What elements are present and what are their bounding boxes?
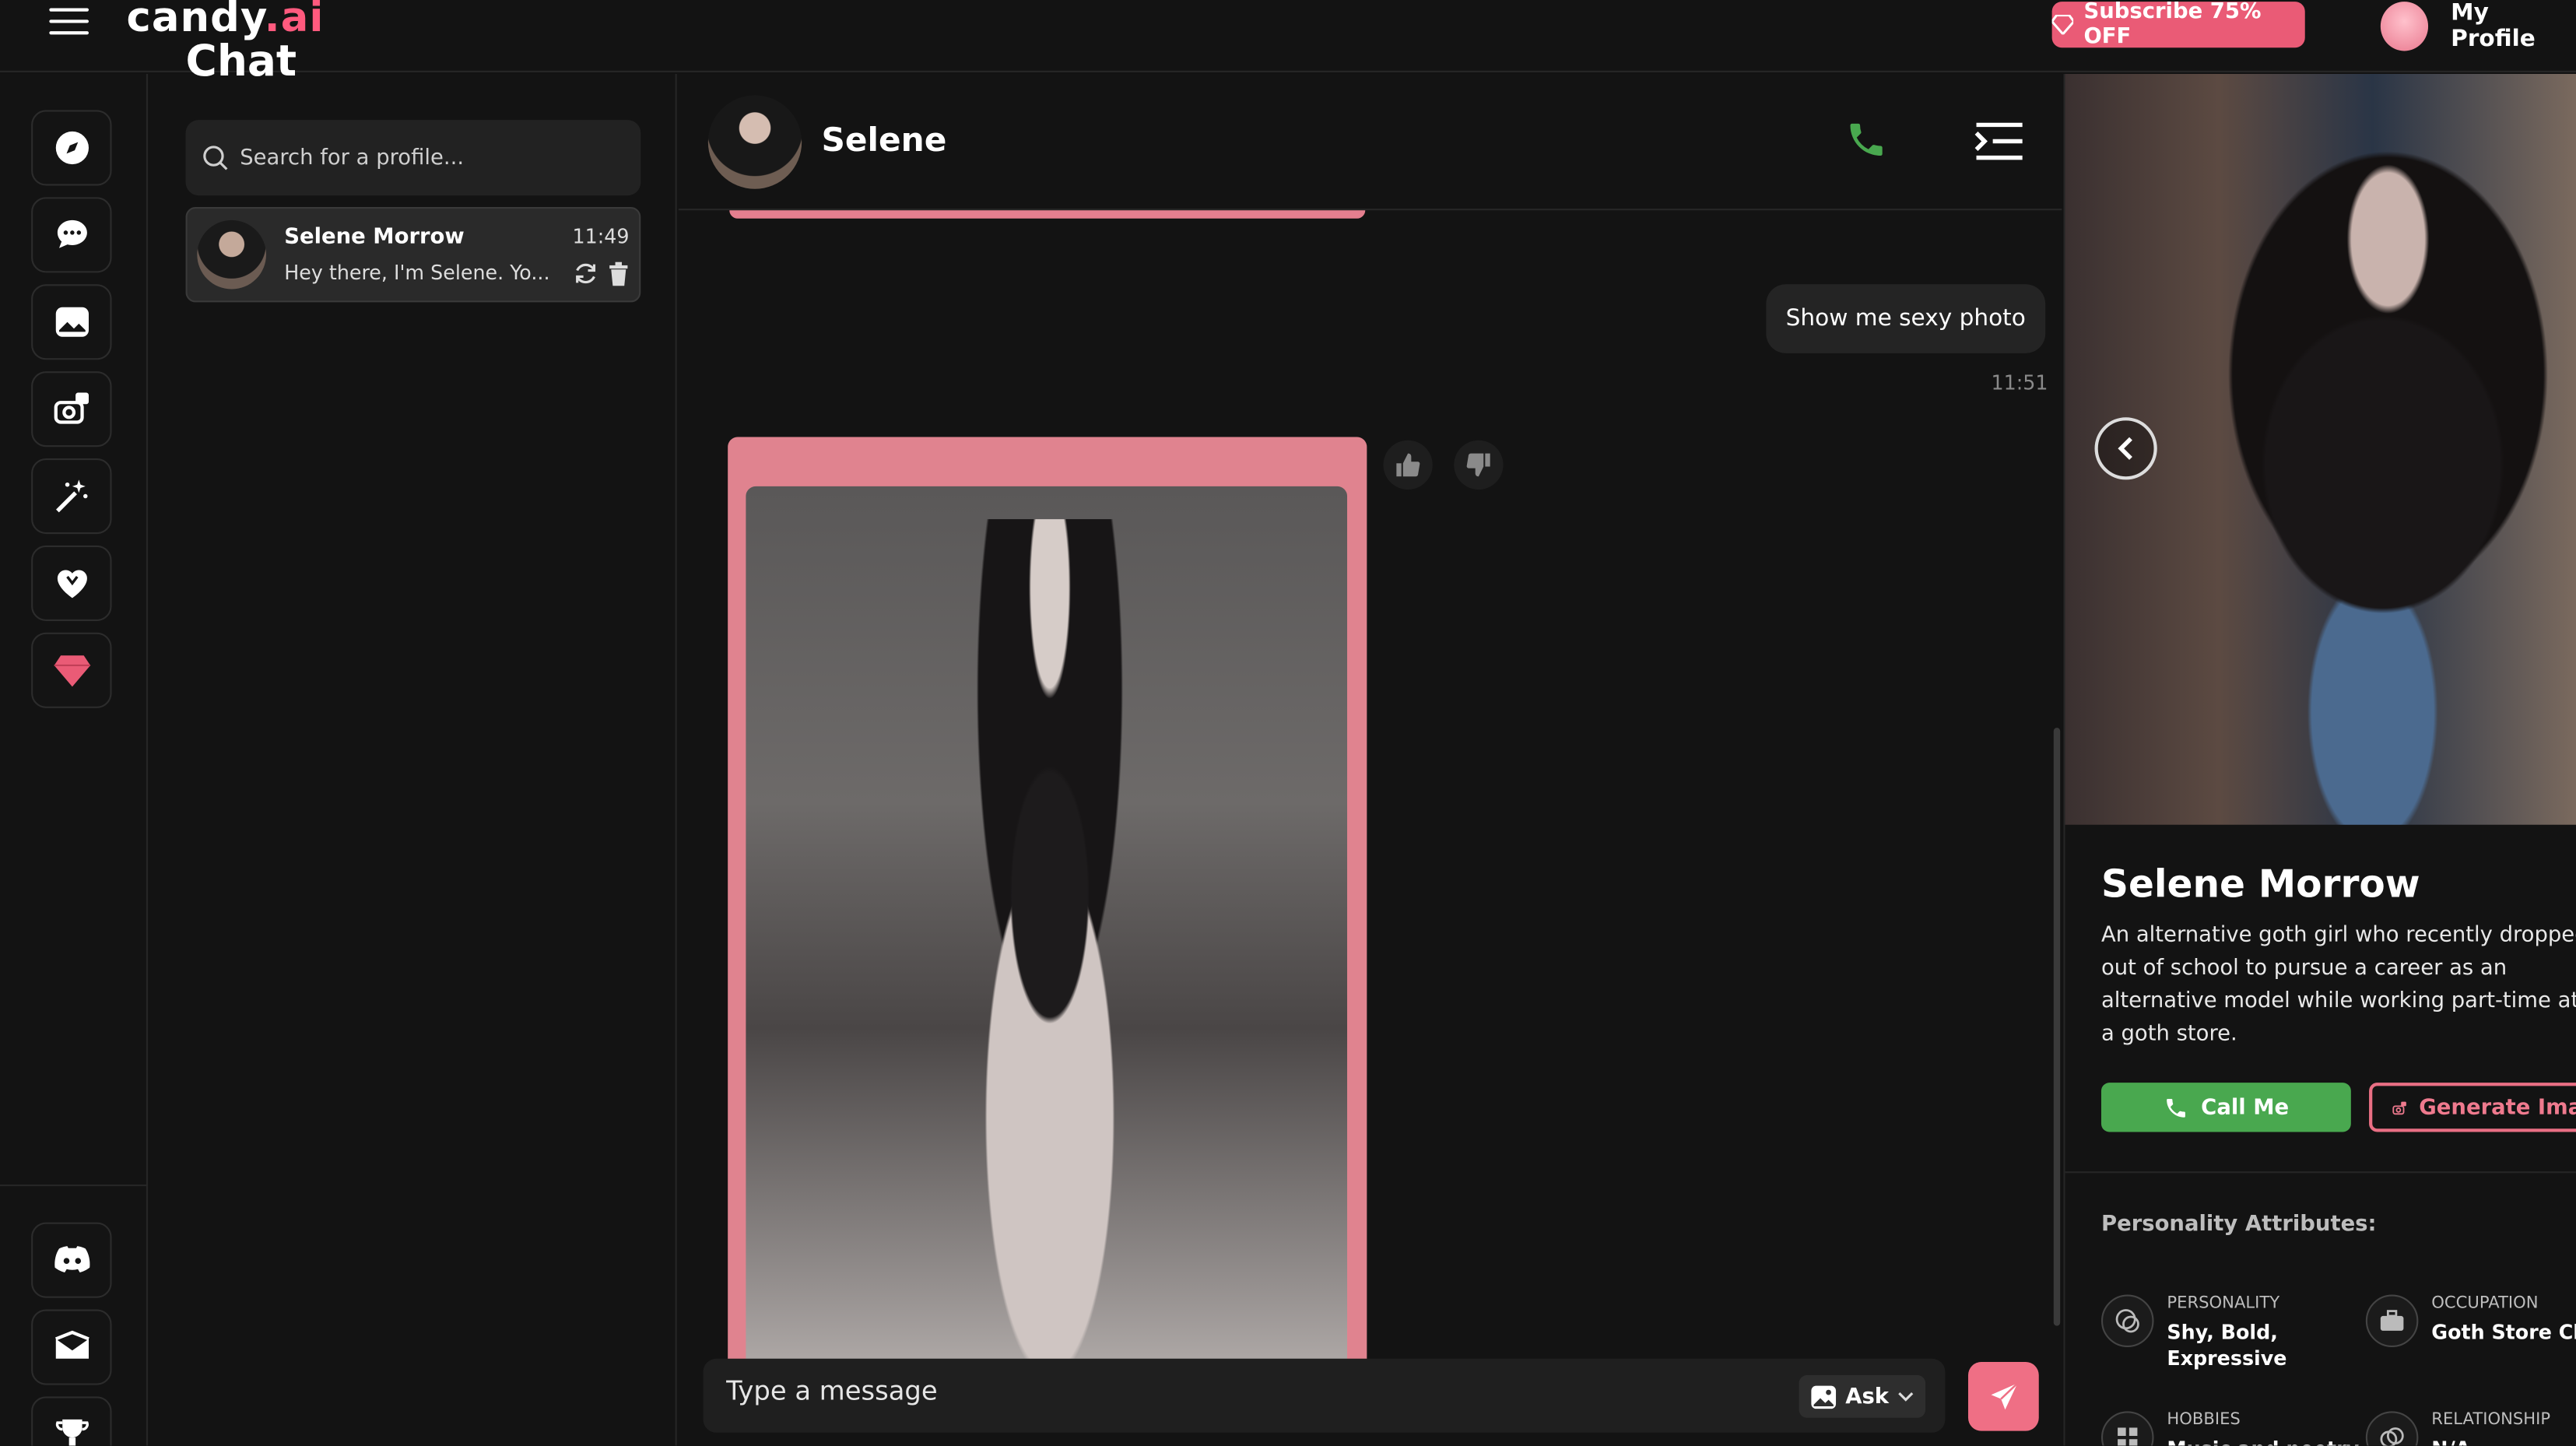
search-box[interactable] [185,120,641,196]
hobbies-icon [2100,1411,2154,1446]
generate-image-button[interactable]: Generate Image [2369,1083,2576,1132]
message-input[interactable] [726,1374,1712,1407]
chat-list-panel: Chat Selene Morrow 11:49 Hey there, I'm … [149,38,677,1446]
rail-premium[interactable] [31,632,112,708]
heart-icon [56,570,86,598]
app-root: candy.ai Subscribe 75% OFF My Profile Ch… [0,0,2576,1446]
camera-sparkle-icon [2392,1100,2406,1114]
menu-icon[interactable] [49,8,89,38]
chat-bubble-icon [56,219,86,248]
subscribe-button[interactable]: Subscribe 75% OFF [2051,0,2305,49]
chat-time: 11:49 [572,225,630,248]
phone-icon [1850,123,1883,156]
thumbs-up-button[interactable] [1383,440,1433,490]
trash-icon[interactable] [608,261,629,286]
profile-panel: Selene Morrow An alternative goth girl w… [2063,73,2576,1446]
ask-dropdown[interactable]: Ask [1799,1374,1926,1418]
profile-name: Selene Morrow [2100,864,2420,907]
search-icon [203,146,228,170]
attributes-title: Personality Attributes: [2100,1212,2377,1237]
phone-icon [2166,1097,2185,1117]
image-icon [1811,1385,1837,1409]
call-button[interactable] [1845,118,1888,167]
gem-icon [2051,14,2074,35]
send-icon [1990,1382,2018,1410]
rail-divider [0,1185,148,1187]
conversation-name: Selene [821,120,947,160]
chat-actions [574,261,630,286]
rail-discord[interactable] [31,1222,112,1298]
rings-icon [2365,1411,2419,1446]
rail-chat[interactable] [31,197,112,273]
image-icon [54,307,88,337]
message-time: 11:51 [1991,371,2048,395]
chat-name: Selene Morrow [284,225,465,250]
refresh-icon[interactable] [574,261,598,286]
profile-description: An alternative goth girl who recently dr… [2100,923,2576,1047]
thumbs-down-button[interactable] [1454,440,1504,490]
avatar[interactable] [707,95,802,189]
avatar [2380,2,2428,51]
discord-icon [54,1246,89,1272]
logo[interactable]: candy.ai [127,0,325,41]
call-me-button[interactable]: Call Me [2100,1083,2351,1132]
rail-contact[interactable] [31,1309,112,1385]
conversation-panel: Selene Show me sexy photo 11:51 Type a m… [678,73,2062,1446]
avatar [197,219,266,290]
nav-rail [0,73,148,1446]
briefcase-icon [2365,1294,2419,1348]
search-input[interactable] [240,145,618,170]
rail-gallery[interactable] [31,284,112,360]
conversation-header: Selene [678,74,2062,211]
chevron-left-icon [2118,437,2132,460]
mail-heart-icon [54,1330,89,1359]
camera-sparkle-icon [53,392,88,424]
gem-icon [53,655,90,687]
divider [2065,1171,2576,1174]
page-title: Chat [185,37,297,87]
photo-subject [901,519,1198,1374]
generated-photo[interactable] [746,486,1348,1374]
trophy-icon [54,1419,88,1446]
chevron-down-icon [1897,1391,1913,1401]
magic-wand-icon [54,479,87,513]
message-composer: Ask [703,1358,1946,1433]
chat-list-item[interactable]: Selene Morrow 11:49 Hey there, I'm Selen… [185,206,641,303]
rail-affiliate[interactable] [31,1396,112,1446]
thumbs-up-icon [1396,453,1420,477]
masks-icon [2100,1294,2154,1348]
previous-message-edge [729,210,1366,219]
compass-icon [54,131,88,165]
top-bar: candy.ai Subscribe 75% OFF My Profile [0,0,2576,72]
rail-generate[interactable] [31,371,112,447]
chat-preview: Hey there, I'm Selene. Yo... [284,261,550,285]
toggle-profile-button[interactable] [1973,120,2026,169]
menu-collapse-icon [1974,122,2023,160]
rail-create[interactable] [31,458,112,535]
scrollbar[interactable] [2053,728,2061,1326]
my-profile-button[interactable]: My Profile [2380,0,2576,53]
thumbs-down-icon [1466,453,1490,477]
rail-my-ai[interactable] [31,545,112,621]
previous-photo-button[interactable] [2094,417,2157,480]
send-button[interactable] [1967,1362,2039,1431]
rail-explore[interactable] [31,110,112,186]
user-message: Show me sexy photo [1766,284,2046,353]
image-message [728,437,1367,1374]
